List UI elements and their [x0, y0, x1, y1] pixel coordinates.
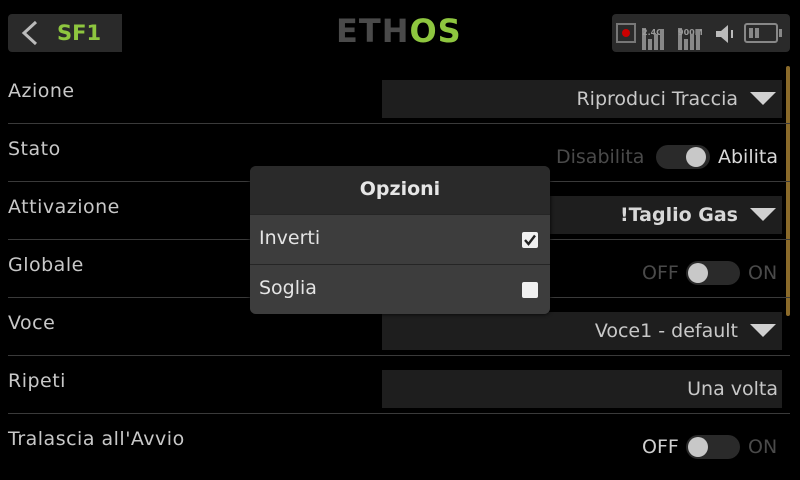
chevron-left-icon	[21, 20, 38, 46]
row-tralascia-avvio: Tralascia all'Avvio OFF ON	[0, 414, 800, 472]
toggle-off-label: Disabilita	[556, 146, 645, 168]
state-toggle[interactable]: Disabilita Abilita	[556, 138, 782, 176]
caret-down-icon	[750, 208, 776, 221]
dropdown-value: Riproduci Traccia	[576, 88, 738, 110]
checkbox-checked[interactable]	[522, 232, 538, 248]
options-dialog: Opzioni Inverti Soglia	[250, 166, 550, 314]
row-ripeti: Ripeti Una volta	[0, 356, 800, 414]
speaker-icon	[716, 25, 733, 43]
global-toggle[interactable]: OFF ON	[642, 254, 782, 292]
toggle-knob	[688, 437, 708, 457]
action-dropdown[interactable]: Riproduci Traccia	[382, 80, 782, 118]
logo-text-os: OS	[409, 12, 462, 50]
battery-icon	[744, 23, 782, 43]
toggle-on-label: ON	[748, 436, 778, 458]
toggle-track[interactable]	[656, 145, 710, 169]
row-label: Attivazione	[8, 196, 120, 218]
ethos-logo: ETHOS	[336, 12, 462, 50]
toggle-on-label: Abilita	[718, 146, 778, 168]
toggle-track[interactable]	[686, 261, 740, 285]
toggle-on-label: ON	[748, 262, 778, 284]
row-label: Globale	[8, 254, 84, 276]
skip-at-start-toggle[interactable]: OFF ON	[642, 428, 782, 466]
toggle-track[interactable]	[686, 435, 740, 459]
row-azione: Azione Riproduci Traccia	[0, 66, 800, 124]
option-label: Soglia	[259, 277, 317, 299]
dropdown-value: !Taglio Gas	[619, 204, 738, 226]
row-label: Stato	[8, 138, 61, 160]
toggle-off-label: OFF	[642, 436, 679, 458]
row-label: Azione	[8, 80, 75, 102]
toggle-knob	[688, 263, 708, 283]
option-label: Inverti	[259, 227, 321, 249]
toggle-knob	[686, 147, 706, 167]
dialog-title: Opzioni	[250, 166, 550, 214]
top-bar: SF1 ETHOS 2.4G 900M	[0, 0, 800, 62]
caret-down-icon	[750, 324, 776, 337]
dropdown-value: Voce1 - default	[594, 320, 738, 342]
record-icon	[616, 23, 636, 43]
title-box: SF1	[52, 14, 122, 52]
logo-text-eth: ETH	[336, 12, 410, 50]
field-value: Una volta	[687, 378, 778, 400]
option-inverti[interactable]: Inverti	[250, 214, 550, 265]
checkmark-icon	[524, 234, 536, 246]
row-label: Tralascia all'Avvio	[8, 428, 185, 450]
status-bar[interactable]: 2.4G 900M	[612, 14, 790, 52]
repeat-field[interactable]: Una volta	[382, 370, 782, 408]
page-title: SF1	[57, 21, 102, 45]
option-soglia[interactable]: Soglia	[250, 264, 550, 314]
row-label: Voce	[8, 312, 56, 334]
toggle-off-label: OFF	[642, 262, 679, 284]
checkbox-unchecked[interactable]	[522, 282, 538, 298]
back-button[interactable]	[8, 14, 52, 52]
voice-dropdown[interactable]: Voce1 - default	[382, 312, 782, 350]
caret-down-icon	[750, 92, 776, 105]
row-label: Ripeti	[8, 370, 66, 392]
